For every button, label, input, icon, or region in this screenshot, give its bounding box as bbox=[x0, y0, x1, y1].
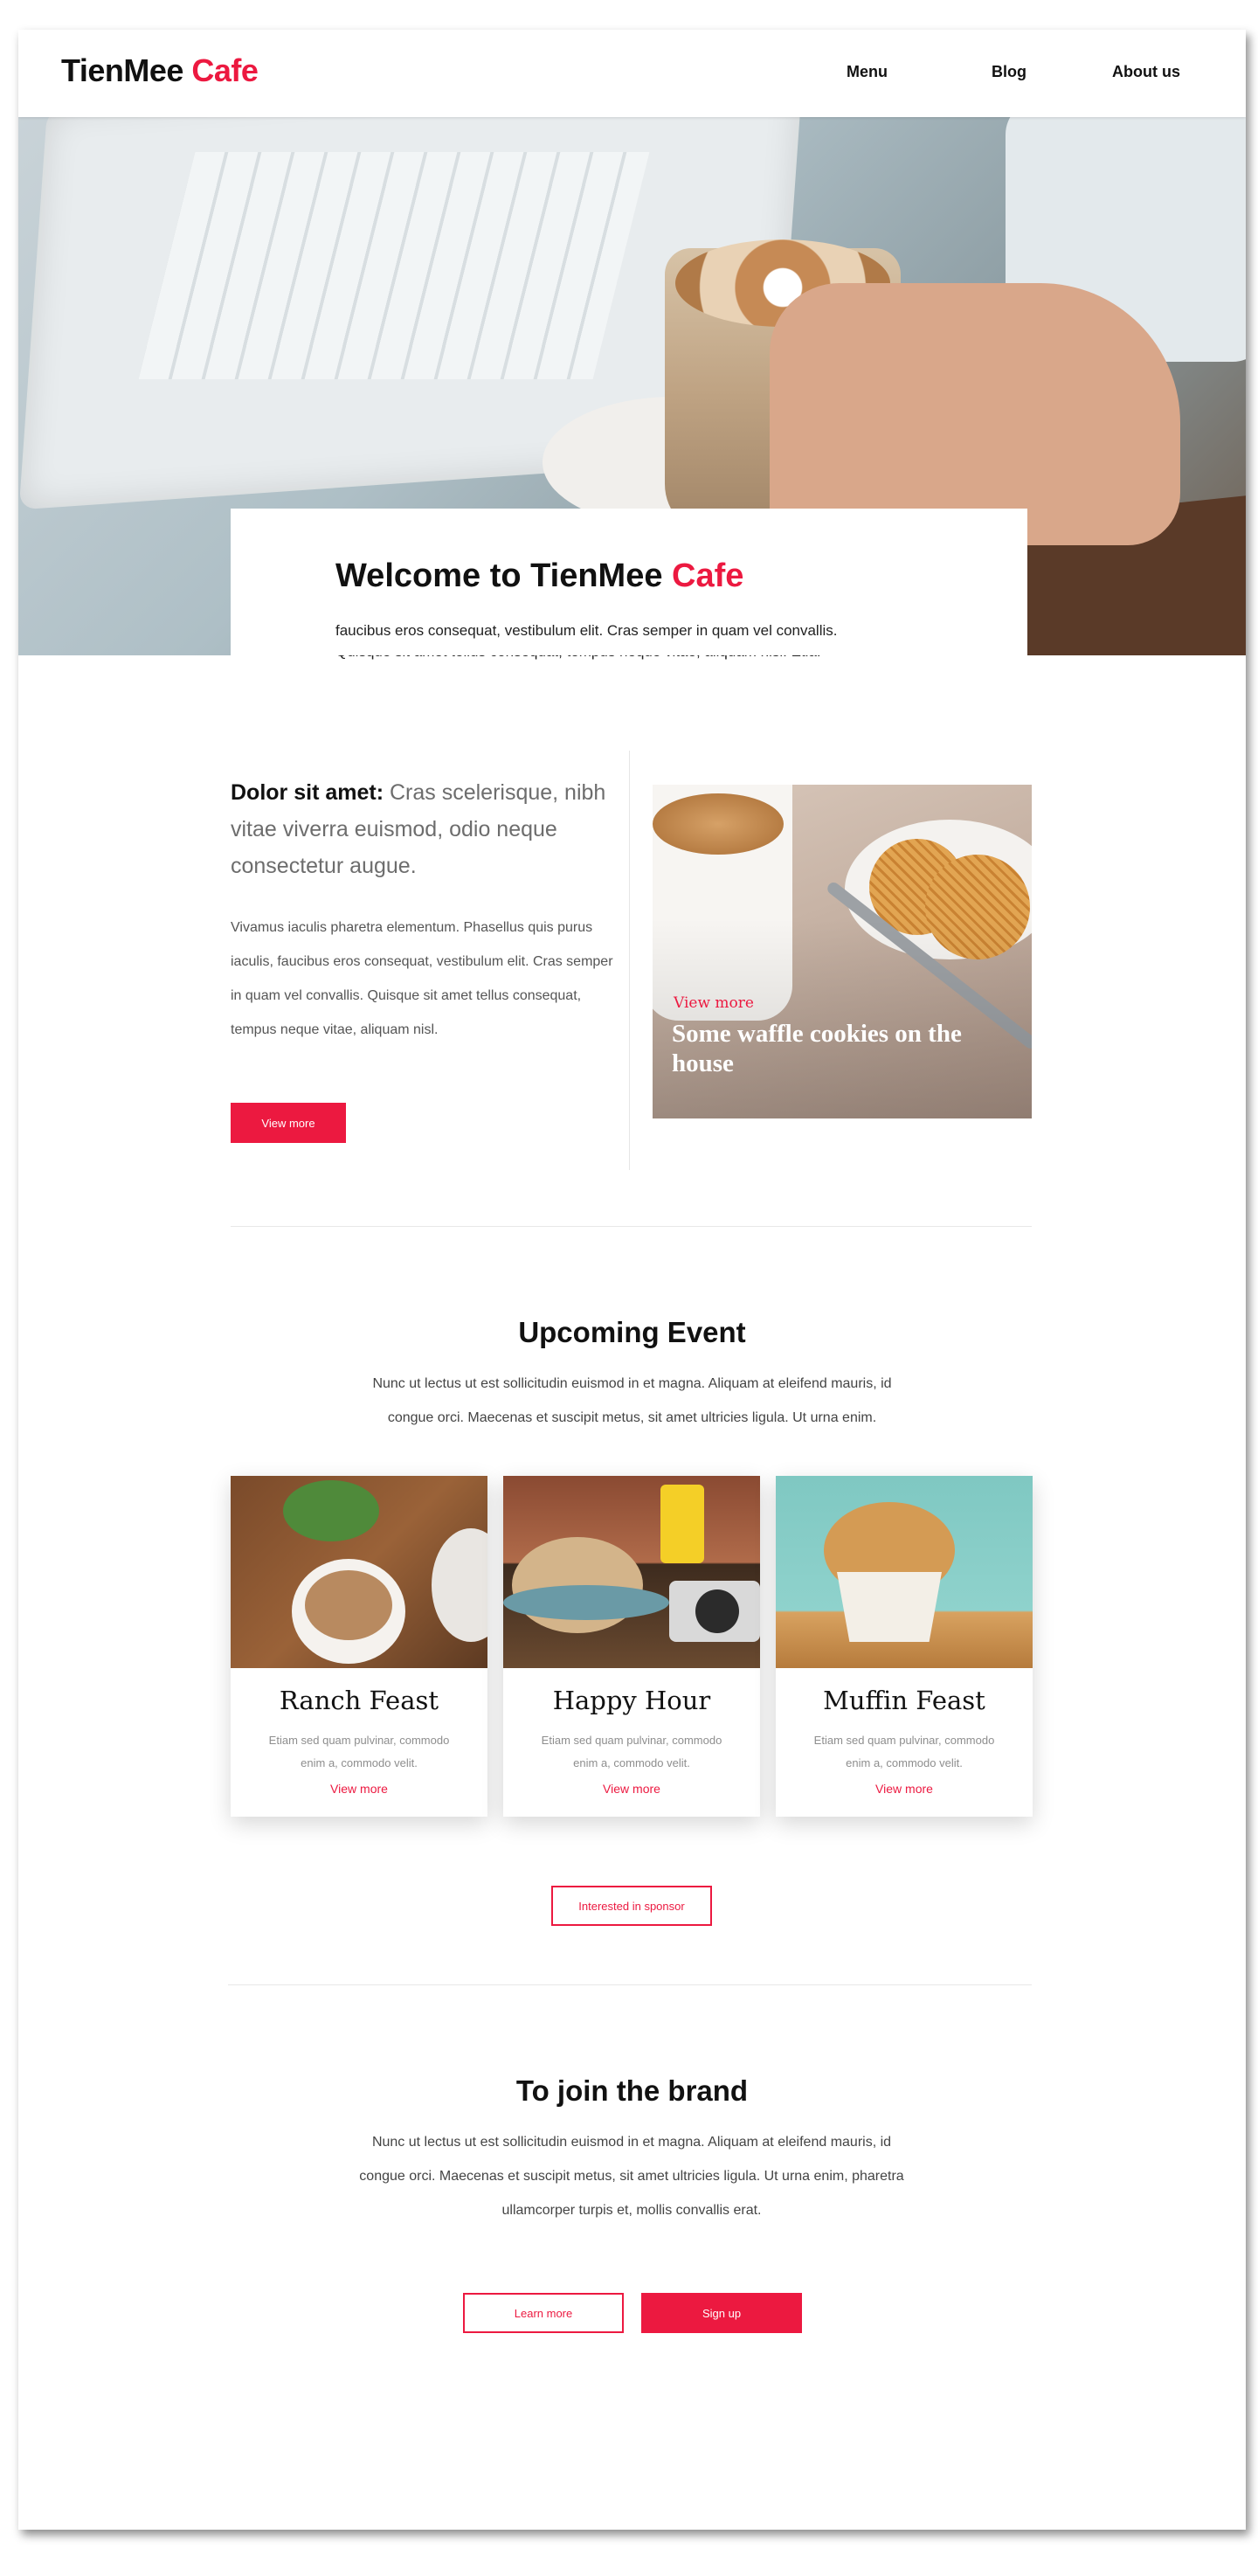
feature-body: Vivamus iaculis pharetra elementum. Phas… bbox=[231, 920, 613, 1037]
image-caption: Some waffle cookies on the house bbox=[672, 1020, 962, 1077]
sign-up-button[interactable]: Sign up bbox=[641, 2293, 802, 2333]
plate-shape bbox=[432, 1528, 487, 1642]
event-view-more-link[interactable]: View more bbox=[776, 1782, 1033, 1796]
event-view-more-link[interactable]: View more bbox=[503, 1782, 760, 1796]
juice-glass-shape bbox=[660, 1485, 704, 1563]
hat-band-shape bbox=[503, 1585, 669, 1620]
waffle-image[interactable]: View more Some waffle cookies on the hou… bbox=[653, 785, 1032, 1118]
event-text: Etiam sed quam pulvinar, commodo enim a,… bbox=[541, 1734, 722, 1769]
brand-name: TienMee bbox=[61, 52, 183, 88]
events-text: Nunc ut lectus ut est sollicitudin euism… bbox=[372, 1376, 892, 1425]
section-divider bbox=[228, 1984, 1032, 1985]
event-card[interactable]: Happy Hour Etiam sed quam pulvinar, comm… bbox=[503, 1476, 760, 1817]
join-text: Nunc ut lectus ut est sollicitudin euism… bbox=[359, 2135, 904, 2218]
welcome-title-text: Welcome to TienMee bbox=[335, 557, 663, 594]
event-image bbox=[776, 1476, 1033, 1668]
welcome-title-accent: Cafe bbox=[672, 557, 744, 594]
nav-menu[interactable]: Menu bbox=[847, 63, 888, 81]
event-image bbox=[503, 1476, 760, 1668]
brand-logo[interactable]: TienMee Cafe bbox=[61, 52, 259, 89]
feature-lead: Dolor sit amet: Cras scelerisque, nibh v… bbox=[231, 774, 615, 884]
section-divider bbox=[231, 1226, 1032, 1227]
event-title: Muffin Feast bbox=[823, 1686, 985, 1715]
camera-lens-shape bbox=[695, 1589, 739, 1633]
coffee-shape bbox=[305, 1570, 392, 1640]
welcome-card: Welcome to TienMee Cafe faucibus eros co… bbox=[231, 509, 1027, 655]
event-image bbox=[231, 1476, 487, 1668]
event-text: Etiam sed quam pulvinar, commodo enim a,… bbox=[268, 1734, 450, 1769]
event-title: Happy Hour bbox=[552, 1686, 711, 1715]
feature-lead-bold: Dolor sit amet: bbox=[231, 780, 384, 805]
vertical-divider bbox=[629, 751, 630, 1170]
event-card[interactable]: Muffin Feast Etiam sed quam pulvinar, co… bbox=[776, 1476, 1033, 1817]
brand-name-accent: Cafe bbox=[191, 52, 259, 88]
muffin-wrapper-shape bbox=[837, 1572, 942, 1642]
nav-about-us[interactable]: About us bbox=[1112, 63, 1180, 81]
site-header: TienMee Cafe Menu Blog About us bbox=[18, 30, 1246, 117]
keyboard-shape bbox=[138, 152, 650, 379]
hand-shape bbox=[770, 283, 1180, 545]
learn-more-button[interactable]: Learn more bbox=[463, 2293, 624, 2333]
events-title: Upcoming Event bbox=[518, 1316, 746, 1348]
join-title: To join the brand bbox=[515, 2074, 749, 2107]
page: TienMee Cafe Menu Blog About us Welcome … bbox=[18, 30, 1246, 2530]
event-text: Etiam sed quam pulvinar, commodo enim a,… bbox=[813, 1734, 995, 1769]
nav-blog[interactable]: Blog bbox=[992, 63, 1026, 81]
salad-shape bbox=[283, 1480, 379, 1541]
event-card[interactable]: Ranch Feast Etiam sed quam pulvinar, com… bbox=[231, 1476, 487, 1817]
sponsor-button[interactable]: Interested in sponsor bbox=[551, 1886, 712, 1926]
event-view-more-link[interactable]: View more bbox=[231, 1782, 487, 1796]
image-view-more-link[interactable]: View more bbox=[674, 994, 754, 1012]
welcome-line-1: faucibus eros consequat, vestibulum elit… bbox=[335, 622, 838, 639]
event-title: Ranch Feast bbox=[279, 1686, 439, 1715]
feature-view-more-button[interactable]: View more bbox=[231, 1103, 346, 1143]
welcome-title: Welcome to TienMee Cafe bbox=[335, 557, 743, 595]
